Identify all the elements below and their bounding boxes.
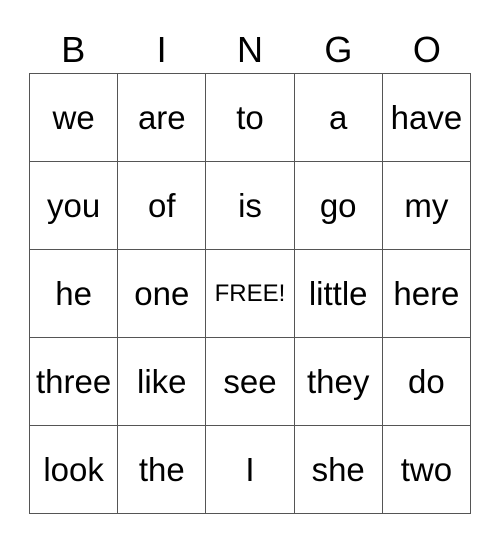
bingo-cell[interactable]: are: [118, 74, 207, 162]
bingo-cell[interactable]: go: [294, 162, 383, 250]
bingo-cell[interactable]: you: [30, 162, 119, 250]
bingo-cell[interactable]: I: [206, 426, 295, 514]
bingo-cell[interactable]: little: [294, 250, 383, 338]
bingo-cell[interactable]: is: [206, 162, 295, 250]
bingo-cell[interactable]: she: [294, 426, 383, 514]
header-letter-o: O: [412, 29, 441, 70]
bingo-cell[interactable]: to: [206, 74, 295, 162]
bingo-cell[interactable]: of: [118, 162, 207, 250]
bingo-cell[interactable]: one: [118, 250, 207, 338]
bingo-cell[interactable]: like: [118, 338, 207, 426]
bingo-cell[interactable]: they: [294, 338, 383, 426]
bingo-cell[interactable]: do: [382, 338, 471, 426]
bingo-header: B I N G O: [29, 28, 471, 72]
bingo-cell[interactable]: here: [382, 250, 471, 338]
bingo-cell[interactable]: the: [118, 426, 207, 514]
bingo-cell[interactable]: we: [30, 74, 119, 162]
header-letter-i: I: [156, 29, 167, 70]
header-letter-n: N: [237, 29, 264, 70]
bingo-cell[interactable]: a: [294, 74, 383, 162]
bingo-cell[interactable]: look: [30, 426, 119, 514]
header-letter-g: G: [324, 29, 353, 70]
bingo-cell[interactable]: my: [382, 162, 471, 250]
bingo-cell[interactable]: two: [382, 426, 471, 514]
free-space-cell[interactable]: FREE!: [206, 250, 295, 338]
bingo-cell[interactable]: see: [206, 338, 295, 426]
bingo-cell[interactable]: have: [382, 74, 471, 162]
bingo-card-grid: we are to a have you of is go my he one …: [29, 73, 471, 514]
header-letter-b: B: [61, 29, 86, 70]
bingo-cell[interactable]: three: [30, 338, 119, 426]
bingo-cell[interactable]: he: [30, 250, 119, 338]
